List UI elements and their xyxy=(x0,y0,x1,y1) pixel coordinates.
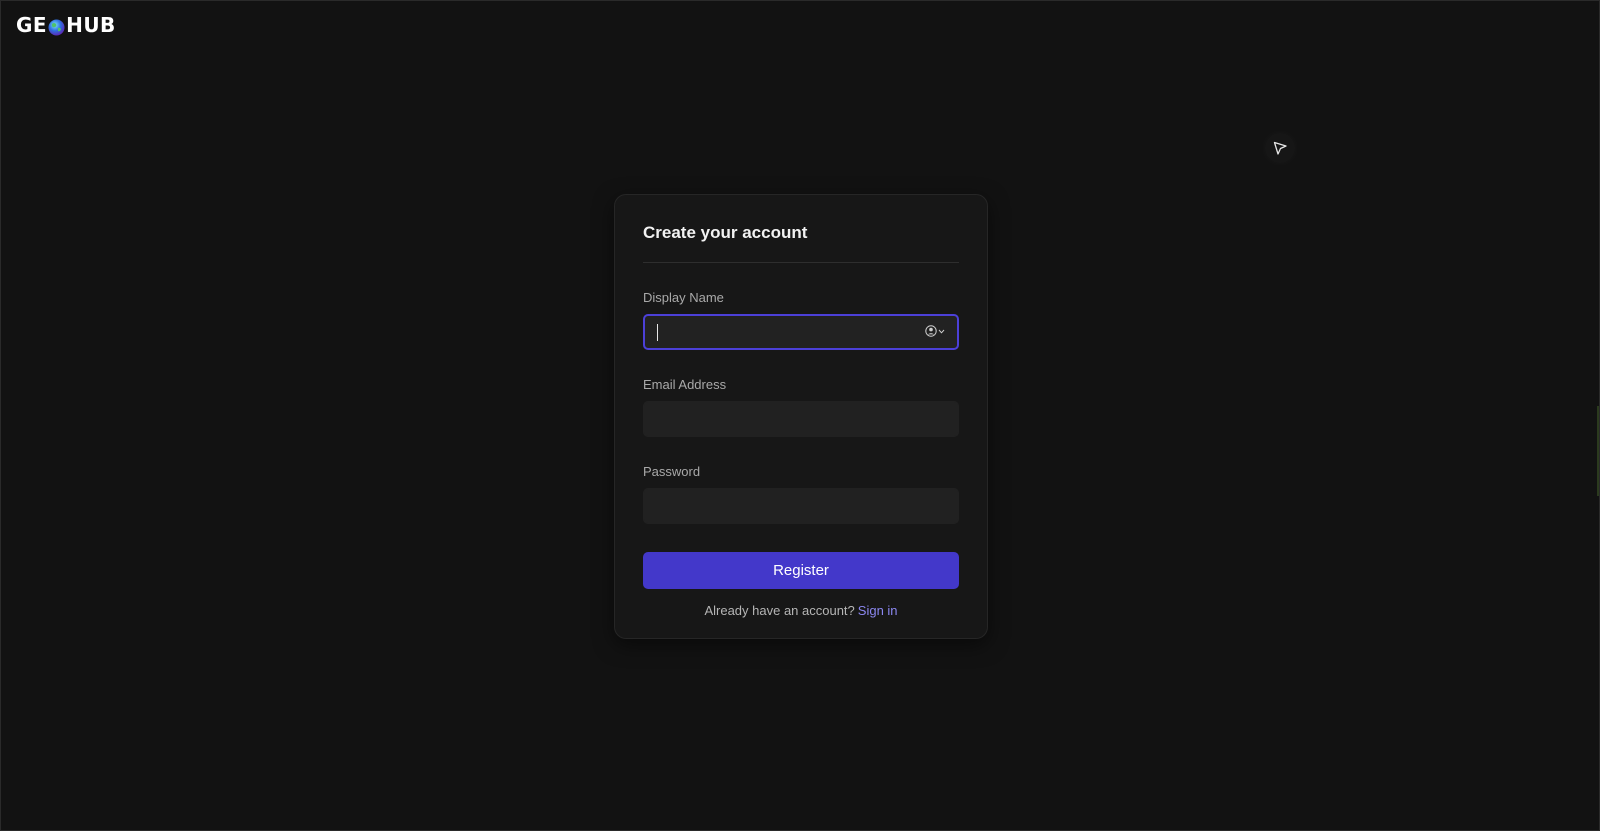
form-title: Create your account xyxy=(643,223,808,242)
geohub-logo[interactable]: GE HUB xyxy=(16,13,116,37)
email-wrapper xyxy=(643,401,959,437)
display-name-wrapper xyxy=(643,314,959,350)
password-label: Password xyxy=(643,464,701,479)
register-card: Create your account Display Name Email A… xyxy=(614,194,988,639)
contact-autofill-icon[interactable] xyxy=(925,325,945,337)
page: GE HUB Create your account Display Name … xyxy=(0,0,1600,831)
window-edge-accent xyxy=(1597,406,1599,496)
display-name-label: Display Name xyxy=(643,290,724,305)
signin-link[interactable]: Sign in xyxy=(858,603,898,618)
title-divider xyxy=(643,262,959,263)
register-button[interactable]: Register xyxy=(643,552,959,589)
logo-text-left: GE xyxy=(16,13,48,37)
email-label: Email Address xyxy=(643,377,727,392)
password-wrapper xyxy=(643,488,959,524)
signin-prompt: Already have an account? Sign in xyxy=(643,603,959,618)
password-input[interactable] xyxy=(643,488,959,524)
cursor-pointer-button[interactable] xyxy=(1265,133,1295,163)
email-input[interactable] xyxy=(643,401,959,437)
display-name-input[interactable] xyxy=(643,314,959,350)
signin-prompt-text: Already have an account? xyxy=(704,603,855,618)
cursor-pointer-icon xyxy=(1273,141,1287,155)
globe-icon xyxy=(48,17,65,35)
logo-text-right: HUB xyxy=(66,13,116,37)
text-caret xyxy=(657,324,658,341)
